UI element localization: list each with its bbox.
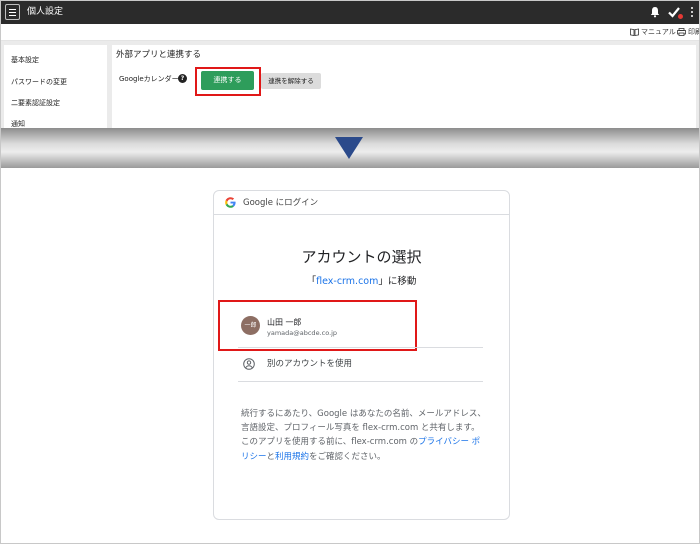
disclaimer-text: をご確認ください。 — [309, 451, 386, 462]
google-g-logo-icon — [225, 197, 236, 208]
continue-prefix: 「 — [306, 276, 317, 287]
book-icon — [630, 28, 639, 36]
continue-to-line: 「flex-crm.com」に移動 — [214, 275, 509, 289]
app-bar: 個人設定 — [1, 1, 699, 24]
settings-area: 基本設定 パスワードの変更 二要素認証設定 通知 外部アプリと連携する Goog… — [1, 41, 699, 129]
disclaimer-text: と — [266, 451, 276, 462]
disconnect-button[interactable]: 連携を解除する — [261, 73, 321, 89]
account-email: yamada@abcde.co.jp — [267, 329, 338, 337]
kebab-dot — [691, 15, 693, 17]
app-title: 個人設定 — [27, 7, 64, 17]
google-login-header-text: Google にログイン — [243, 198, 319, 208]
printer-icon — [677, 28, 686, 36]
more-vert-icon[interactable] — [689, 5, 695, 19]
consent-disclaimer: 続行するにあたり、Google はあなたの名前、メールアドレス、言語設定、プロフ… — [241, 407, 487, 464]
transition-band — [1, 128, 699, 168]
use-other-account-label: 別のアカウントを使用 — [267, 359, 353, 369]
manual-link[interactable]: マニュアル — [630, 27, 676, 37]
account-option[interactable]: 一郎 山田 一郎 yamada@abcde.co.jp — [238, 308, 478, 343]
google-calendar-label: Googleカレンダー — [119, 75, 179, 83]
continue-domain-link[interactable]: flex-crm.com — [316, 276, 378, 287]
section-title: 外部アプリと連携する — [116, 50, 202, 60]
google-login-header: Google にログイン — [214, 191, 509, 215]
sidebar-item-two-factor-auth[interactable]: 二要素認証設定 — [11, 98, 60, 108]
manual-label: マニュアル — [641, 28, 676, 36]
divider — [238, 381, 483, 382]
help-icon[interactable]: ? — [178, 74, 187, 83]
hamburger-line — [9, 9, 16, 10]
sub-toolbar: マニュアル 印刷 — [1, 24, 699, 41]
bell-icon[interactable] — [649, 6, 661, 18]
sidebar-item-password-change[interactable]: パスワードの変更 — [11, 77, 67, 87]
print-label: 印刷 — [688, 28, 699, 36]
down-arrow-icon — [335, 137, 363, 159]
hamburger-line — [9, 12, 16, 13]
account-name: 山田 一郎 — [267, 318, 302, 327]
print-link[interactable]: 印刷 — [677, 27, 699, 37]
screenshot-frame: 個人設定 マニュアル 印刷 — [0, 0, 700, 544]
account-circle-icon — [243, 358, 255, 370]
choose-account-title: アカウントの選択 — [301, 248, 422, 266]
kebab-dot — [691, 7, 693, 9]
continue-suffix: 」に移動 — [378, 276, 417, 287]
hamburger-menu-button[interactable] — [5, 4, 20, 20]
external-apps-panel: 外部アプリと連携する Googleカレンダー ? 連携する 連携を解除する — [112, 45, 696, 129]
connect-button[interactable]: 連携する — [201, 71, 254, 90]
settings-sidebar: 基本設定 パスワードの変更 二要素認証設定 通知 — [4, 45, 107, 129]
kebab-dot — [691, 11, 693, 13]
sidebar-item-basic-settings[interactable]: 基本設定 — [11, 55, 39, 65]
terms-of-service-link[interactable]: 利用規約 — [275, 452, 309, 462]
hamburger-line — [9, 15, 16, 16]
use-other-account-option[interactable]: 別のアカウントを使用 — [238, 349, 483, 380]
avatar: 一郎 — [241, 316, 260, 335]
google-login-card: Google にログイン アカウントの選択 「flex-crm.com」に移動 … — [213, 190, 510, 520]
notification-dot — [678, 14, 683, 19]
divider — [238, 347, 483, 348]
